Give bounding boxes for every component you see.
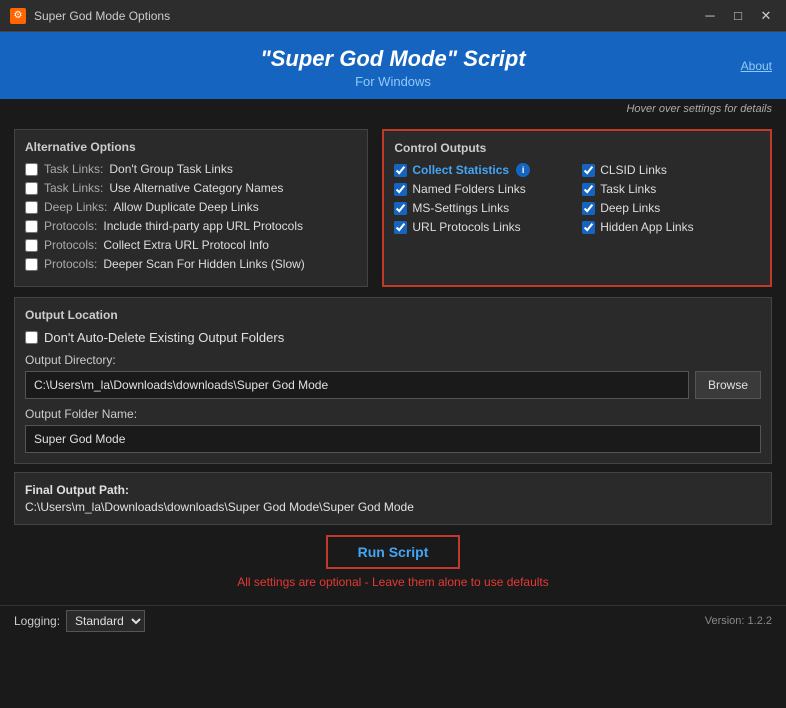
- ctrl-item: MS-Settings Links: [394, 201, 572, 215]
- alt-option-row: Protocols: Collect Extra URL Protocol In…: [25, 238, 357, 252]
- logging-label: Logging:: [14, 614, 60, 628]
- logging-row: Logging: StandardVerboseNone: [14, 610, 145, 632]
- ctrl-checkbox-5[interactable]: [582, 202, 595, 215]
- alt-option-val: Don't Group Task Links: [109, 162, 232, 176]
- ctrl-item-label: MS-Settings Links: [412, 201, 509, 215]
- ctrl-item: CLSID Links: [582, 163, 760, 177]
- header: "Super God Mode" Script For Windows Abou…: [0, 32, 786, 99]
- ctrl-item-label: Collect Statistics: [412, 163, 509, 177]
- alt-option-key: Protocols:: [44, 257, 97, 271]
- alt-option-checkbox-2[interactable]: [25, 201, 38, 214]
- output-dir-input[interactable]: [25, 371, 689, 399]
- alt-options-section: Alternative Options Task Links: Don't Gr…: [14, 129, 368, 287]
- header-title: "Super God Mode" Script: [10, 46, 776, 72]
- alt-option-val: Allow Duplicate Deep Links: [113, 200, 258, 214]
- dont-auto-delete-row: Don't Auto-Delete Existing Output Folder…: [25, 330, 761, 345]
- app-icon-letter: ⚙: [14, 10, 23, 21]
- run-script-button[interactable]: Run Script: [326, 535, 461, 569]
- hover-hint: Hover over settings for details: [0, 99, 786, 119]
- final-path-label: Final Output Path:: [25, 483, 761, 497]
- alt-option-key: Protocols:: [44, 238, 97, 252]
- alt-option-key: Task Links:: [44, 162, 103, 176]
- titlebar-controls: ─ □ ✕: [700, 6, 776, 26]
- ctrl-checkbox-6[interactable]: [394, 221, 407, 234]
- ctrl-item-label: Deep Links: [600, 201, 660, 215]
- ctrl-item-label: CLSID Links: [600, 163, 667, 177]
- bottom-bar: Logging: StandardVerboseNone Version: 1.…: [0, 605, 786, 636]
- header-subtitle: For Windows: [10, 74, 776, 89]
- ctrl-item-label: Task Links: [600, 182, 656, 196]
- about-link[interactable]: About: [741, 59, 772, 73]
- alt-option-checkbox-3[interactable]: [25, 220, 38, 233]
- ctrl-item: Hidden App Links: [582, 220, 760, 234]
- ctrl-item: Collect Statistics i: [394, 163, 572, 177]
- alt-option-key: Protocols:: [44, 219, 97, 233]
- alt-option-row: Task Links: Use Alternative Category Nam…: [25, 181, 357, 195]
- alt-option-val: Include third-party app URL Protocols: [103, 219, 303, 233]
- ctrl-checkbox-3[interactable]: [582, 183, 595, 196]
- alt-option-checkbox-4[interactable]: [25, 239, 38, 252]
- ctrl-item: URL Protocols Links: [394, 220, 572, 234]
- alt-option-row: Deep Links: Allow Duplicate Deep Links: [25, 200, 357, 214]
- window-title: Super God Mode Options: [34, 9, 700, 23]
- output-dir-row: Browse: [25, 371, 761, 399]
- ctrl-checkbox-7[interactable]: [582, 221, 595, 234]
- alt-options-list: Task Links: Don't Group Task Links Task …: [25, 162, 357, 271]
- info-icon[interactable]: i: [516, 163, 530, 177]
- folder-name-input[interactable]: [25, 425, 761, 453]
- optional-note: All settings are optional - Leave them a…: [14, 575, 772, 589]
- alt-option-checkbox-0[interactable]: [25, 163, 38, 176]
- main-content: Alternative Options Task Links: Don't Gr…: [0, 119, 786, 605]
- ctrl-item-label: Named Folders Links: [412, 182, 525, 196]
- output-dir-label: Output Directory:: [25, 353, 761, 367]
- alt-option-val: Use Alternative Category Names: [109, 181, 283, 195]
- control-outputs-title: Control Outputs: [394, 141, 760, 155]
- alt-option-row: Protocols: Include third-party app URL P…: [25, 219, 357, 233]
- alt-option-row: Protocols: Deeper Scan For Hidden Links …: [25, 257, 357, 271]
- ctrl-item: Named Folders Links: [394, 182, 572, 196]
- titlebar: ⚙ Super God Mode Options ─ □ ✕: [0, 0, 786, 32]
- minimize-button[interactable]: ─: [700, 6, 720, 26]
- folder-name-label: Output Folder Name:: [25, 407, 761, 421]
- alt-option-checkbox-1[interactable]: [25, 182, 38, 195]
- alt-option-key: Deep Links:: [44, 200, 107, 214]
- ctrl-item-label: Hidden App Links: [600, 220, 693, 234]
- dont-auto-delete-label: Don't Auto-Delete Existing Output Folder…: [44, 330, 284, 345]
- control-outputs-grid: Collect Statistics i CLSID Links Named Fold…: [394, 163, 760, 234]
- ctrl-item: Task Links: [582, 182, 760, 196]
- output-location-title: Output Location: [25, 308, 761, 322]
- output-location-section: Output Location Don't Auto-Delete Existi…: [14, 297, 772, 464]
- ctrl-item-label: URL Protocols Links: [412, 220, 520, 234]
- app-icon: ⚙: [10, 8, 26, 24]
- ctrl-checkbox-1[interactable]: [582, 164, 595, 177]
- alt-options-title: Alternative Options: [25, 140, 357, 154]
- run-row: Run Script: [14, 535, 772, 569]
- alt-option-row: Task Links: Don't Group Task Links: [25, 162, 357, 176]
- alt-option-val: Deeper Scan For Hidden Links (Slow): [103, 257, 304, 271]
- final-path-value: C:\Users\m_la\Downloads\downloads\Super …: [25, 500, 761, 514]
- ctrl-checkbox-4[interactable]: [394, 202, 407, 215]
- alt-option-key: Task Links:: [44, 181, 103, 195]
- two-column-layout: Alternative Options Task Links: Don't Gr…: [14, 129, 772, 287]
- control-outputs-section: Control Outputs Collect Statistics i CLSID…: [382, 129, 772, 287]
- ctrl-item: Deep Links: [582, 201, 760, 215]
- dont-auto-delete-checkbox[interactable]: [25, 331, 38, 344]
- alt-option-checkbox-5[interactable]: [25, 258, 38, 271]
- ctrl-checkbox-0[interactable]: [394, 164, 407, 177]
- alt-option-val: Collect Extra URL Protocol Info: [103, 238, 269, 252]
- close-button[interactable]: ✕: [756, 6, 776, 26]
- version-label: Version: 1.2.2: [705, 615, 772, 627]
- browse-button[interactable]: Browse: [695, 371, 761, 399]
- final-path-section: Final Output Path: C:\Users\m_la\Downloa…: [14, 472, 772, 525]
- logging-select[interactable]: StandardVerboseNone: [66, 610, 145, 632]
- ctrl-checkbox-2[interactable]: [394, 183, 407, 196]
- maximize-button[interactable]: □: [728, 6, 748, 26]
